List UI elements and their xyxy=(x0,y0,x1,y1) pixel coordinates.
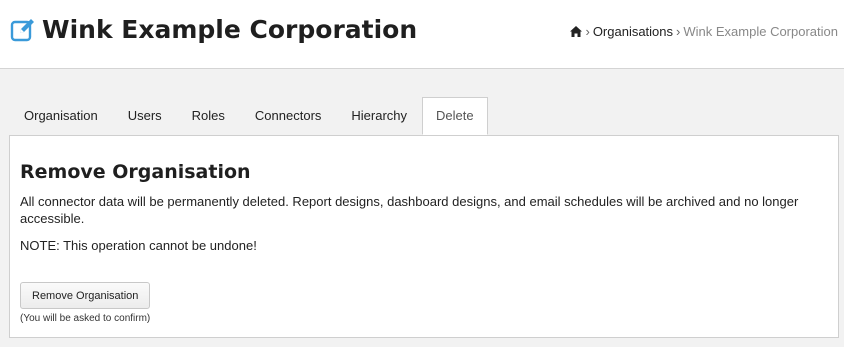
breadcrumb-current: Wink Example Corporation xyxy=(683,24,838,39)
tab-organisation[interactable]: Organisation xyxy=(9,97,113,135)
tab-bar: Organisation Users Roles Connectors Hier… xyxy=(9,97,488,135)
tab-roles[interactable]: Roles xyxy=(177,97,240,135)
tab-hierarchy[interactable]: Hierarchy xyxy=(336,97,422,135)
main-content: Organisation Users Roles Connectors Hier… xyxy=(0,69,844,347)
edit-icon xyxy=(10,19,34,42)
delete-panel: Remove Organisation All connector data w… xyxy=(9,135,839,338)
home-icon[interactable] xyxy=(570,26,583,37)
confirm-hint: (You will be asked to confirm) xyxy=(20,313,151,324)
panel-title: Remove Organisation xyxy=(20,161,251,183)
tab-connectors[interactable]: Connectors xyxy=(240,97,336,135)
breadcrumb-separator: › xyxy=(585,24,590,39)
tab-delete[interactable]: Delete xyxy=(422,97,488,135)
breadcrumb-organisations-link[interactable]: Organisations xyxy=(593,24,673,39)
panel-description: All connector data will be permanently d… xyxy=(20,194,799,226)
page-title: Wink Example Corporation xyxy=(42,15,418,44)
remove-organisation-button[interactable]: Remove Organisation xyxy=(20,282,151,309)
tab-users[interactable]: Users xyxy=(113,97,177,135)
breadcrumb: › Organisations › Wink Example Corporation xyxy=(570,24,838,40)
breadcrumb-separator: › xyxy=(676,24,681,39)
panel-note: NOTE: This operation cannot be undone! xyxy=(20,238,257,253)
page-header: Wink Example Corporation › Organisations ›… xyxy=(0,0,844,69)
